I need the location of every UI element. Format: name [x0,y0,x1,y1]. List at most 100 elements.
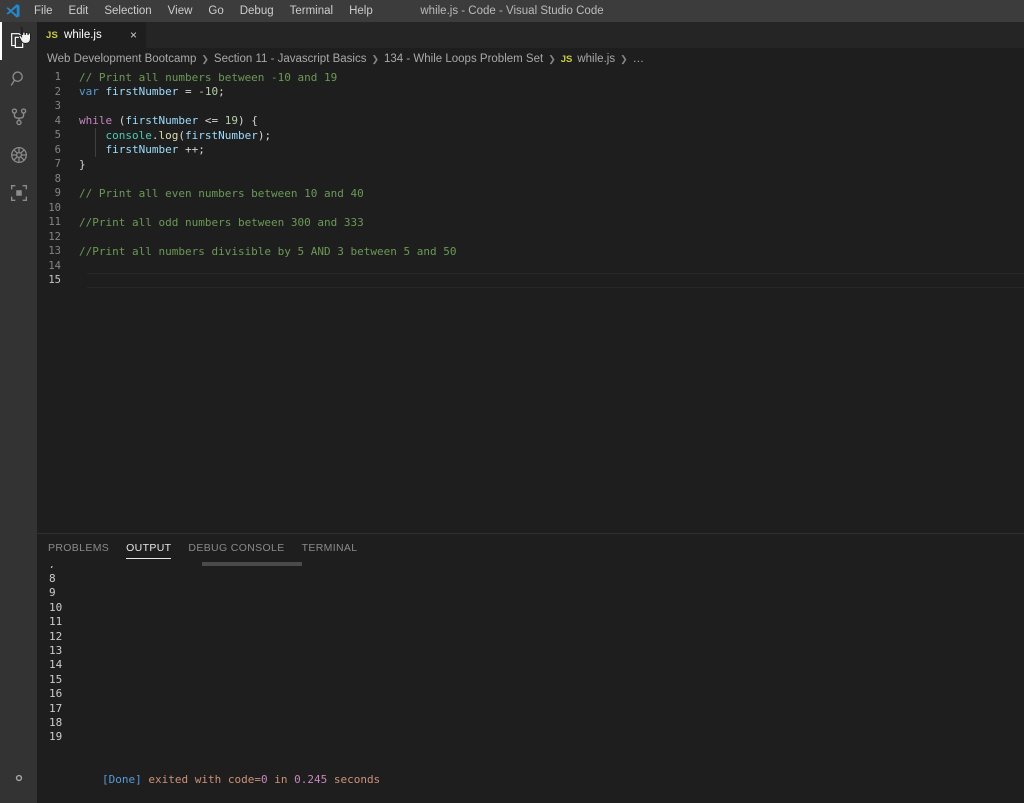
output-content[interactable]: 7 8910111213141516171819 [Done] exited w… [37,566,1024,803]
done-code-value: 0 [260,773,268,787]
editor-tab-bar: JS while.js × [37,22,1024,48]
code-text: var firstNumber = -10; [79,85,225,98]
chevron-right-icon: ❯ [201,53,209,64]
active-line-highlight [87,273,1024,288]
code-line[interactable]: 7} [37,157,1024,172]
output-line: 13 [49,643,63,657]
chevron-right-icon: ❯ [371,53,380,64]
code-text: firstNumber ++; [79,143,205,156]
code-line[interactable]: 8 [37,172,1024,187]
done-code-label: code= [227,773,261,787]
code-line[interactable]: 11 //Print all odd numbers between 300 an… [37,215,1024,230]
line-number: 2 [54,85,61,98]
code-token: 19 [224,114,238,128]
output-line: 14 [49,658,63,672]
sidebar-item-search[interactable] [0,60,37,98]
code-token: firstNumber [184,128,258,142]
code-token: // Print all even numbers between 10 and… [79,186,364,200]
menu-item-terminal[interactable]: Terminal [282,0,341,22]
code-token: //Print all numbers divisible by 5 AND 3… [79,244,457,258]
code-token: ( [178,128,185,142]
line-number: 6 [54,143,61,156]
line-number: 14 [48,259,61,272]
menu-item-debug[interactable]: Debug [232,0,282,22]
code-text: //Print all numbers divisible by 5 AND 3… [79,245,457,258]
line-number: 4 [54,114,61,127]
menu-item-help[interactable]: Help [341,0,381,22]
code-line[interactable]: 3 [37,99,1024,114]
code-lines: 1 // Print all numbers between -10 and 19… [37,70,1024,288]
code-line[interactable]: 10 [37,201,1024,216]
code-token: ( [112,114,126,128]
done-text-3: seconds [327,773,381,787]
js-file-icon: JS [560,53,573,65]
gear-icon[interactable] [0,759,37,797]
menu-item-selection[interactable]: Selection [96,0,159,22]
breadcrumb-item-0[interactable]: Web Development Bootcamp [47,53,196,65]
code-token: firstNumber [125,114,199,128]
close-icon[interactable]: × [120,29,137,41]
line-number: 13 [48,245,61,258]
output-line: 9 [49,586,56,600]
code-line[interactable]: 6 firstNumber ++; [37,142,1024,157]
code-token: // Print all numbers between -10 and 19 [79,70,338,84]
line-number: 12 [48,230,61,243]
output-line: 19 [49,730,63,744]
output-line: 8 [49,572,56,585]
line-number: 1 [54,71,61,84]
indent-guide [95,142,96,157]
sidebar-item-source-control[interactable] [0,98,37,136]
breadcrumb-item-2[interactable]: 134 - While Loops Problem Set [384,53,543,65]
output-line: 10 [49,600,63,614]
code-line[interactable]: 15 [37,273,1024,288]
code-token: ); [257,128,272,142]
code-text: // Print all numbers between -10 and 19 [79,71,337,84]
output-line: 18 [49,715,63,729]
code-line[interactable]: 14 [37,259,1024,274]
menu-item-view[interactable]: View [160,0,201,22]
sidebar-item-explorer[interactable] [0,22,37,60]
vscode-window: File Edit Selection View Go Debug Termin… [0,0,1024,803]
line-number: 7 [54,158,61,171]
chevron-right-icon: ❯ [620,53,628,64]
menu-item-file[interactable]: File [26,0,61,22]
code-line[interactable]: 2 var firstNumber = -10; [37,85,1024,100]
code-token: firstNumber [105,85,179,99]
sidebar-item-extensions[interactable] [0,174,37,212]
breadcrumb-item-3[interactable]: while.js [577,53,615,65]
editor-tab-while-js[interactable]: JS while.js × [37,22,147,48]
output-line: 15 [49,672,63,686]
output-line: 11 [49,615,63,629]
code-line[interactable]: 13 //Print all numbers divisible by 5 AND… [37,244,1024,259]
line-number: 8 [54,172,61,185]
title-bar: File Edit Selection View Go Debug Termin… [0,0,1024,22]
code-line[interactable]: 4 while (firstNumber <= 19) { [37,114,1024,129]
output-line: 17 [49,701,63,715]
breadcrumb-item-4[interactable]: … [633,53,645,65]
code-line[interactable]: 9 // Print all even numbers between 10 an… [37,186,1024,201]
code-line[interactable]: 5 console.log(firstNumber); [37,128,1024,143]
line-number: 9 [54,187,61,200]
breadcrumb-item-1[interactable]: Section 11 - Javascript Basics [214,53,367,65]
code-editor[interactable]: 1 // Print all numbers between -10 and 19… [37,70,1024,533]
panel-tab-problems[interactable]: PROBLEMS [48,534,109,562]
panel-tab-output[interactable]: OUTPUT [126,534,172,562]
code-line[interactable]: 12 [37,230,1024,245]
done-text-2: in [267,773,295,787]
code-token: //Print all odd numbers between 300 and … [79,215,364,229]
menu-item-go[interactable]: Go [200,0,231,22]
output-done-line: [Done] exited with code=0 in 0.245 secon… [49,759,1024,786]
code-line[interactable]: 1 // Print all numbers between -10 and 19 [37,70,1024,85]
code-token: } [79,157,86,171]
done-text-1: exited with [141,773,228,787]
panel-tab-debug-console[interactable]: DEBUG CONSOLE [188,534,284,562]
panel-tab-terminal[interactable]: TERMINAL [302,534,358,562]
menu-item-edit[interactable]: Edit [61,0,97,22]
indent-guide [95,128,96,143]
sidebar-item-debug[interactable] [0,136,37,174]
menu-bar: File Edit Selection View Go Debug Termin… [26,0,381,22]
